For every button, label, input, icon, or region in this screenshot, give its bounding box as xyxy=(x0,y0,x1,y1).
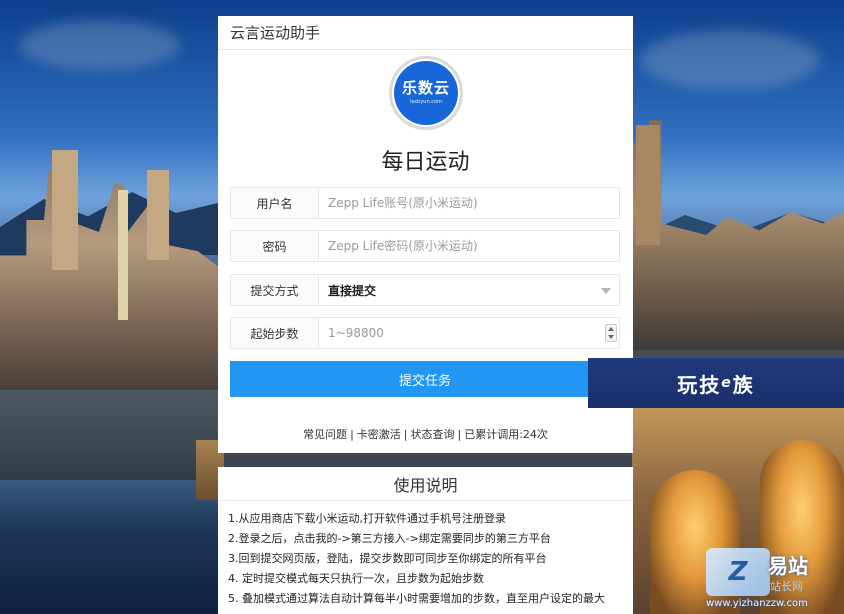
number-spinner[interactable] xyxy=(605,324,617,342)
username-row: 用户名 xyxy=(230,187,620,219)
usage-panel: 使用说明 1.从应用商店下载小米运动,打开软件通过手机号注册登录 2.登录之后，… xyxy=(218,467,633,614)
password-row: 密码 xyxy=(230,230,620,262)
watermark-banner: 玩技 e 族 xyxy=(588,358,844,408)
password-label: 密码 xyxy=(231,231,319,261)
submit-task-button[interactable]: 提交任务 xyxy=(230,361,620,397)
logo-subtext: lesbyun.com xyxy=(410,99,442,105)
submit-mode-label: 提交方式 xyxy=(231,275,319,305)
start-steps-input[interactable] xyxy=(328,318,619,348)
password-input[interactable] xyxy=(328,231,619,261)
total-calls-text: 已累计调用:24次 xyxy=(464,428,548,441)
watermark-banner-e: e xyxy=(721,375,733,391)
usage-item: 3.回到提交网页版，登陆，提交步数即可同步至你绑定的所有平台 xyxy=(228,552,547,565)
card-activate-link[interactable]: 卡密激活 xyxy=(357,428,401,441)
site-watermark-logo: Z xyxy=(706,548,770,596)
submit-mode-row: 提交方式 直接提交 xyxy=(230,274,620,306)
start-steps-label: 起始步数 xyxy=(231,318,319,348)
faq-link[interactable]: 常见问题 xyxy=(303,428,347,441)
usage-list: 1.从应用商店下载小米运动,打开软件通过手机号注册登录 2.登录之后，点击我的-… xyxy=(218,501,633,609)
usage-item: 2.登录之后，点击我的->第三方接入->绑定需要同步的第三方平台 xyxy=(228,532,551,545)
usage-title: 使用说明 xyxy=(218,467,633,501)
start-steps-row: 起始步数 xyxy=(230,317,620,349)
site-watermark-slogan: 站长网 xyxy=(770,580,803,593)
form-panel: 云言运动助手 乐数云 lesbyun.com 每日运动 用户名 密码 提交方式 … xyxy=(218,16,633,453)
username-label: 用户名 xyxy=(231,188,319,218)
username-input[interactable] xyxy=(328,188,619,218)
watermark-banner-tail: 族 xyxy=(732,372,755,397)
watermark-banner-main: 玩技 xyxy=(677,372,722,397)
footer-links: 常见问题 | 卡密激活 | 状态查询 | 已累计调用:24次 xyxy=(218,426,633,442)
logo: 乐数云 lesbyun.com xyxy=(389,56,463,130)
submit-mode-select[interactable]: 直接提交 xyxy=(319,275,619,305)
link-separator: | xyxy=(350,428,354,441)
usage-item: 4. 定时提交模式每天只执行一次，且步数为起始步数 xyxy=(228,572,484,585)
link-separator: | xyxy=(457,428,462,441)
status-query-link[interactable]: 状态查询 xyxy=(411,428,455,441)
link-separator: | xyxy=(403,428,408,441)
usage-item: 5. 叠加模式通过算法自动计算每半小时需要增加的步数，直至用户设定的最大 xyxy=(228,592,605,605)
spinner-up-icon[interactable] xyxy=(608,327,614,331)
page-title: 每日运动 xyxy=(381,150,470,175)
site-watermark-url: www.yizhanzzw.com xyxy=(706,598,808,609)
logo-text: 乐数云 xyxy=(401,79,450,97)
chevron-down-icon xyxy=(601,288,611,294)
site-watermark: Z 易站 站长网 www.yizhanzzw.com xyxy=(706,548,844,610)
app-title: 云言运动助手 xyxy=(218,16,633,50)
submit-mode-value: 直接提交 xyxy=(328,283,377,298)
usage-item: 1.从应用商店下载小米运动,打开软件通过手机号注册登录 xyxy=(228,512,506,525)
spinner-down-icon[interactable] xyxy=(608,335,614,339)
site-watermark-name: 易站 xyxy=(768,554,808,578)
